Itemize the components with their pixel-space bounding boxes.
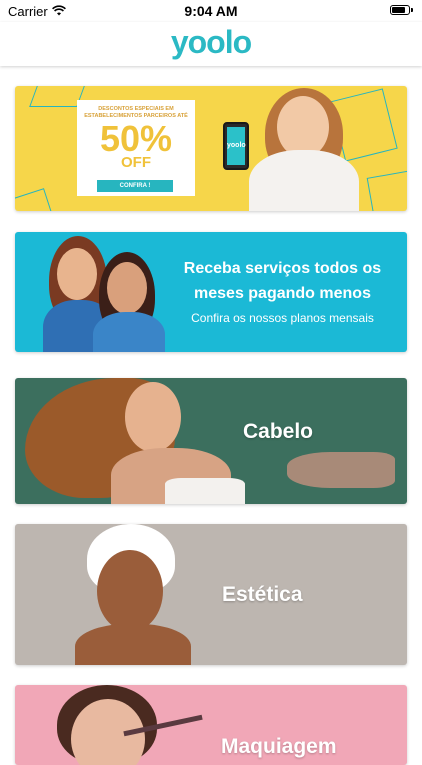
app-logo: yoolo: [170, 24, 252, 60]
plans-banner-card[interactable]: Receba serviços todos os meses pagando m…: [15, 232, 407, 352]
phone-screen-logo: yoolo: [227, 127, 246, 165]
maquiagem-person-image: [53, 685, 203, 765]
discount-box: DESCONTOS ESPECIAIS EM ESTABELECIMENTOS …: [77, 100, 195, 196]
category-card-maquiagem[interactable]: Maquiagem: [15, 685, 407, 765]
hair-dryer-image: [287, 452, 395, 488]
plans-people-image: [43, 232, 173, 352]
category-label: Maquiagem: [221, 735, 337, 758]
app-header: yoolo: [0, 22, 422, 66]
status-bar: Carrier 9:04 AM: [0, 0, 422, 22]
estetica-person-image: [75, 524, 215, 665]
promo-person-image: yoolo: [223, 86, 377, 211]
promo-banner-card[interactable]: DESCONTOS ESPECIAIS EM ESTABELECIMENTOS …: [15, 86, 407, 211]
status-time: 9:04 AM: [184, 3, 238, 19]
category-label: Estética: [222, 583, 303, 606]
plans-subtitle: Confira os nossos planos mensais: [191, 311, 374, 325]
category-card-cabelo[interactable]: Cabelo: [15, 378, 407, 504]
discount-value: 50%: [99, 118, 173, 159]
battery-icon: [390, 5, 413, 15]
phone-icon: yoolo: [223, 122, 249, 170]
decorative-shape: [15, 188, 52, 211]
category-label: Cabelo: [243, 420, 314, 443]
plans-title: Receba serviços todos os meses pagando m…: [183, 260, 382, 302]
cabelo-person-image: [15, 378, 255, 504]
discount-off-label: OFF: [121, 154, 151, 171]
confira-button[interactable]: CONFIRA !: [97, 180, 173, 192]
category-card-estetica[interactable]: Estética: [15, 524, 407, 665]
